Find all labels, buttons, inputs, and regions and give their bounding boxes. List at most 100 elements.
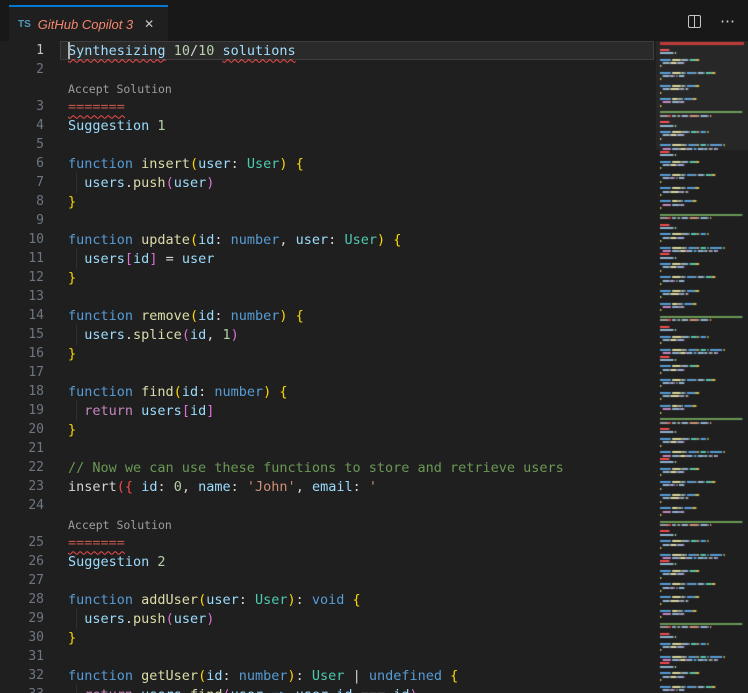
code-text: } (44, 270, 76, 286)
code-line[interactable]: 17 (0, 363, 656, 382)
line-number: 4 (0, 118, 44, 133)
code-line[interactable]: 31 (0, 647, 656, 666)
code-line[interactable]: 13 (0, 287, 656, 306)
code-line[interactable]: 18function find(id: number) { (0, 382, 656, 401)
line-number: 1 (0, 43, 44, 58)
line-number: 2 (0, 62, 44, 77)
code-text: users[id] = user (44, 251, 214, 267)
code-line[interactable]: 15 users.splice(id, 1) (0, 325, 656, 344)
code-line[interactable]: 14function remove(id: number) { (0, 306, 656, 325)
tab-github-copilot[interactable]: TS GitHub Copilot 3 ✕ (9, 5, 168, 41)
code-line[interactable]: 7 users.push(user) (0, 173, 656, 192)
code-text: function update(id: number, user: User) … (44, 232, 401, 248)
codelens-row: Accept Solution (0, 515, 656, 533)
minimap-canvas[interactable] (656, 41, 748, 693)
line-number: 6 (0, 156, 44, 171)
line-number: 28 (0, 592, 44, 607)
tab-bar: TS GitHub Copilot 3 ✕ ⋯ (0, 0, 748, 41)
code-line[interactable]: 28function addUser(user: User): void { (0, 590, 656, 609)
vscode-editor-window: TS GitHub Copilot 3 ✕ ⋯ 1Synthesizing 10… (0, 0, 748, 693)
line-number: 19 (0, 403, 44, 418)
code-line[interactable]: 8} (0, 192, 656, 211)
code-line[interactable]: 27 (0, 571, 656, 590)
code-text: users.push(user) (44, 611, 214, 627)
code-text: } (44, 422, 76, 438)
code-text: function getUser(id: number): User | und… (44, 668, 458, 684)
code-line[interactable]: 19 return users[id] (0, 401, 656, 420)
code-line[interactable]: 5 (0, 135, 656, 154)
split-editor-button[interactable] (684, 11, 704, 31)
codelens-row: Accept Solution (0, 79, 656, 97)
minimap[interactable] (656, 41, 748, 693)
ellipsis-icon: ⋯ (720, 14, 736, 29)
code-text: } (44, 194, 76, 210)
code-text: function find(id: number) { (44, 384, 288, 400)
code-text: function addUser(user: User): void { (44, 592, 361, 608)
line-number: 23 (0, 479, 44, 494)
line-number: 27 (0, 573, 44, 588)
code-text: // Now we can use these functions to sto… (44, 460, 564, 476)
line-number: 13 (0, 289, 44, 304)
line-number: 20 (0, 422, 44, 437)
code-text: function insert(user: User) { (44, 156, 304, 172)
line-number: 8 (0, 194, 44, 209)
line-number: 29 (0, 611, 44, 626)
text-cursor (68, 42, 70, 59)
line-number: 25 (0, 535, 44, 550)
code-text: return users[id] (44, 403, 214, 419)
code-line[interactable]: 30} (0, 628, 656, 647)
tab-title: GitHub Copilot 3 (38, 17, 133, 32)
code-line[interactable]: 3======= (0, 97, 656, 116)
code-line[interactable]: 6function insert(user: User) { (0, 154, 656, 173)
code-text: Suggestion 1 (44, 118, 166, 134)
code-text: } (44, 346, 76, 362)
typescript-file-icon: TS (18, 19, 31, 30)
code-text: Synthesizing 10/10 solutions (44, 43, 296, 59)
code-line[interactable]: 22// Now we can use these functions to s… (0, 458, 656, 477)
line-number: 12 (0, 270, 44, 285)
line-number: 31 (0, 649, 44, 664)
line-number: 32 (0, 668, 44, 683)
tab-close-icon[interactable]: ✕ (140, 15, 158, 33)
accept-solution-link[interactable]: Accept Solution (68, 82, 172, 97)
line-number: 24 (0, 498, 44, 513)
split-editor-icon (688, 15, 701, 28)
code-text: } (44, 630, 76, 646)
code-line[interactable]: 10function update(id: number, user: User… (0, 230, 656, 249)
code-text: insert({ id: 0, name: 'John', email: ' (44, 479, 377, 495)
more-actions-button[interactable]: ⋯ (718, 11, 738, 31)
code-line[interactable]: 33 return users.find(user => user.id ===… (0, 685, 656, 693)
code-line[interactable]: 12} (0, 268, 656, 287)
line-number: 11 (0, 251, 44, 266)
line-number: 15 (0, 327, 44, 342)
code-line[interactable]: 23insert({ id: 0, name: 'John', email: ' (0, 477, 656, 496)
line-number: 18 (0, 384, 44, 399)
code-line[interactable]: 16} (0, 344, 656, 363)
code-line[interactable]: 4Suggestion 1 (0, 116, 656, 135)
editor-content[interactable]: 1Synthesizing 10/10 solutions2Accept Sol… (0, 41, 656, 693)
line-number: 3 (0, 99, 44, 114)
line-number: 22 (0, 460, 44, 475)
code-line[interactable]: 11 users[id] = user (0, 249, 656, 268)
code-text: users.splice(id, 1) (44, 327, 239, 343)
line-number: 16 (0, 346, 44, 361)
line-number: 17 (0, 365, 44, 380)
code-line[interactable]: 29 users.push(user) (0, 609, 656, 628)
line-number: 9 (0, 213, 44, 228)
code-line[interactable]: 26Suggestion 2 (0, 552, 656, 571)
code-line[interactable]: 24 (0, 496, 656, 515)
code-text: ======= (44, 535, 125, 551)
line-number: 10 (0, 232, 44, 247)
code-line[interactable]: 2 (0, 60, 656, 79)
code-line[interactable]: 20} (0, 420, 656, 439)
code-line[interactable]: 25======= (0, 533, 656, 552)
line-number: 33 (0, 687, 44, 693)
code-line[interactable]: 9 (0, 211, 656, 230)
line-number: 21 (0, 441, 44, 456)
code-line[interactable]: 1Synthesizing 10/10 solutions (0, 41, 656, 60)
line-number: 14 (0, 308, 44, 323)
code-line[interactable]: 32function getUser(id: number): User | u… (0, 666, 656, 685)
code-line[interactable]: 21 (0, 439, 656, 458)
code-text: users.push(user) (44, 175, 214, 191)
accept-solution-link[interactable]: Accept Solution (68, 518, 172, 533)
